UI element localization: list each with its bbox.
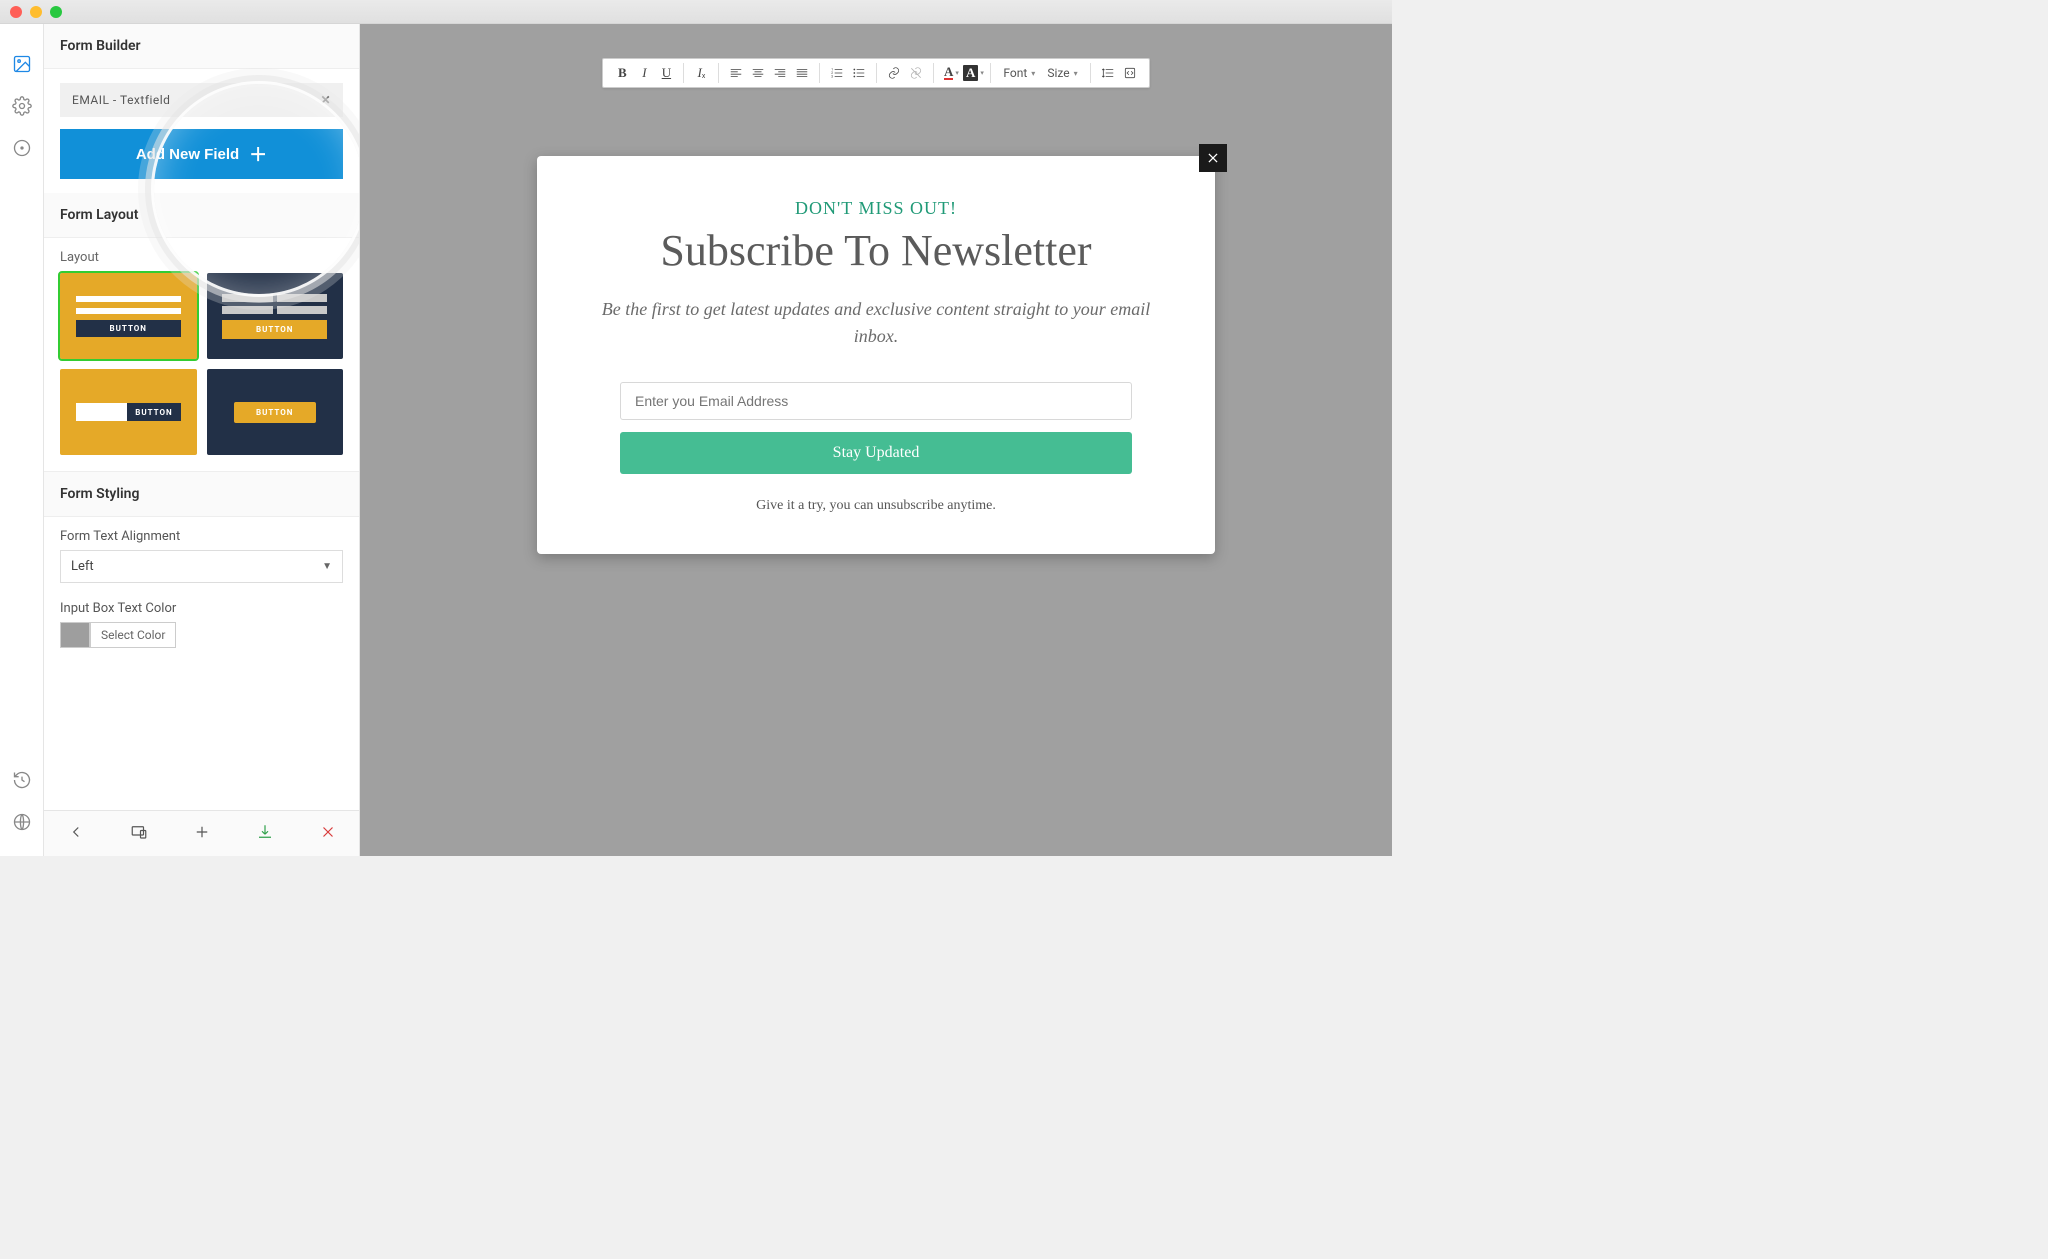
rte-underline-button[interactable]: U [655, 62, 677, 84]
layout-thumb-button-text: BUTTON [127, 403, 180, 421]
rte-align-left-button[interactable] [725, 62, 747, 84]
plus-icon: ＋ [249, 141, 267, 167]
rte-align-justify-button[interactable] [791, 62, 813, 84]
rte-align-center-button[interactable] [747, 62, 769, 84]
input-color-label: Input Box Text Color [44, 589, 359, 622]
close-icon[interactable] [319, 823, 337, 845]
layout-option-4[interactable]: BUTTON [207, 369, 344, 455]
add-new-field-button[interactable]: Add New Field ＋ [60, 129, 343, 179]
layout-thumb-button-text: BUTTON [76, 320, 181, 337]
save-download-icon[interactable] [256, 823, 274, 845]
svg-text:3: 3 [832, 75, 834, 79]
rte-line-height-button[interactable] [1097, 62, 1119, 84]
window-minimize-dot[interactable] [30, 6, 42, 18]
rte-text-color-button[interactable]: A▾ [940, 62, 962, 84]
rail-target-icon[interactable] [12, 138, 32, 162]
rte-unlink-button[interactable] [905, 62, 927, 84]
device-preview-icon[interactable] [130, 823, 148, 845]
text-alignment-label: Form Text Alignment [44, 517, 359, 550]
rail-history-icon[interactable] [12, 770, 32, 794]
rte-size-dropdown[interactable]: Size▾ [1041, 66, 1083, 80]
add-new-field-label: Add New Field [136, 146, 239, 163]
popup-submit-button[interactable]: Stay Updated [620, 432, 1132, 474]
layout-thumb-button-text: BUTTON [222, 320, 327, 339]
field-chip-email[interactable]: EMAIL - Textfield ✕ [60, 83, 343, 117]
section-form-styling[interactable]: Form Styling [44, 472, 359, 517]
sidebar: Form Builder EMAIL - Textfield ✕ Add New… [44, 24, 360, 856]
add-icon[interactable] [193, 823, 211, 845]
rte-link-button[interactable] [883, 62, 905, 84]
tool-rail [0, 24, 44, 856]
text-alignment-select[interactable]: Left ▼ [60, 550, 343, 583]
layout-option-1[interactable]: BUTTON [60, 273, 197, 359]
rich-text-toolbar: B I U Ix 123 [602, 58, 1149, 88]
color-swatch[interactable] [60, 622, 90, 648]
rte-font-dropdown[interactable]: Font▾ [997, 66, 1041, 80]
rail-image-icon[interactable] [12, 54, 32, 78]
rte-ordered-list-button[interactable]: 123 [826, 62, 848, 84]
select-color-button[interactable]: Select Color [90, 622, 176, 648]
section-form-layout[interactable]: Form Layout [44, 193, 359, 238]
field-chip-remove-icon[interactable]: ✕ [320, 93, 331, 107]
rte-bold-button[interactable]: B [611, 62, 633, 84]
popup-preview: DON'T MISS OUT! Subscribe To Newsletter … [537, 156, 1215, 554]
layout-option-2[interactable]: BUTTON [207, 273, 344, 359]
rte-clear-format-button[interactable]: Ix [690, 62, 712, 84]
canvas: B I U Ix 123 [360, 24, 1392, 856]
popup-title[interactable]: Subscribe To Newsletter [579, 225, 1173, 276]
rail-settings-icon[interactable] [12, 96, 32, 120]
rte-bg-color-button[interactable]: A▾ [962, 62, 984, 84]
popup-close-button[interactable] [1199, 144, 1227, 172]
text-alignment-value: Left [71, 559, 94, 574]
back-icon[interactable] [67, 823, 85, 845]
popup-subtitle[interactable]: Be the first to get latest updates and e… [579, 296, 1173, 350]
rte-unordered-list-button[interactable] [848, 62, 870, 84]
popup-eyebrow[interactable]: DON'T MISS OUT! [579, 198, 1173, 219]
popup-footnote[interactable]: Give it a try, you can unsubscribe anyti… [579, 498, 1173, 514]
layout-option-3[interactable]: BUTTON [60, 369, 197, 455]
popup-email-input[interactable] [620, 382, 1132, 420]
window-zoom-dot[interactable] [50, 6, 62, 18]
rte-italic-button[interactable]: I [633, 62, 655, 84]
rte-code-view-button[interactable] [1119, 62, 1141, 84]
sidebar-bottom-toolbar [44, 810, 359, 856]
section-form-builder[interactable]: Form Builder [44, 24, 359, 69]
chevron-down-icon: ▼ [322, 561, 332, 572]
layout-label: Layout [44, 238, 359, 273]
layout-thumb-button-text: BUTTON [234, 402, 316, 423]
field-chip-label: EMAIL - Textfield [72, 93, 170, 107]
rte-align-right-button[interactable] [769, 62, 791, 84]
window-titlebar [0, 0, 1392, 24]
rail-globe-icon[interactable] [12, 812, 32, 836]
window-close-dot[interactable] [10, 6, 22, 18]
